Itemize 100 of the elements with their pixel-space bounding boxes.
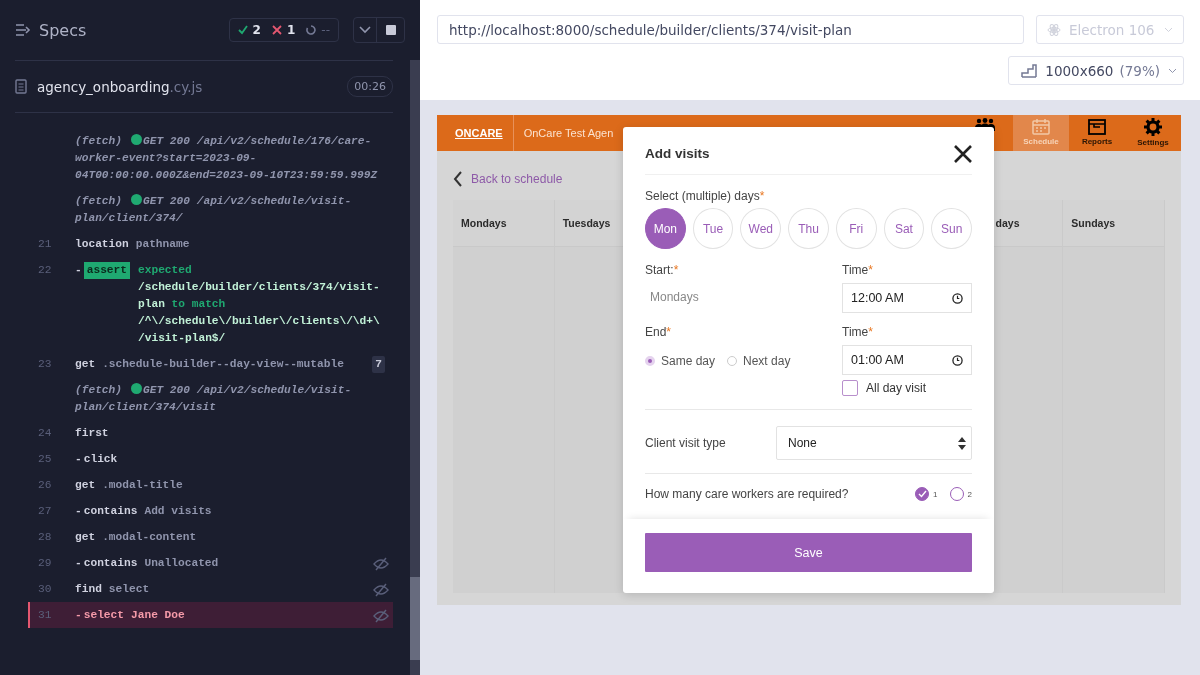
dash-mark: -: [75, 556, 82, 569]
command-name[interactable]: location: [75, 237, 129, 250]
passed-count: 2: [252, 23, 261, 37]
question-label: How many care workers are required?: [645, 487, 849, 501]
count-badge: 7: [372, 355, 385, 373]
assert-message[interactable]: expected /schedule/builder/clients/374/visit-plan to match /^\/schedule\/builder\/clients\/\d+\/visit-plan$/: [138, 261, 385, 347]
stop-icon: [385, 25, 396, 35]
line-number: 29: [37, 555, 53, 571]
all-day-checkbox[interactable]: All day visit: [842, 380, 972, 396]
dash-mark: -: [75, 262, 82, 278]
spec-name[interactable]: agency_onboarding.cy.js: [37, 78, 338, 95]
field-label: Select (multiple) days*: [645, 189, 766, 203]
ruler-icon: [1021, 63, 1038, 78]
day-toggle[interactable]: Mon: [645, 208, 686, 249]
settings-icon: [1144, 117, 1162, 136]
command-name[interactable]: click: [83, 452, 118, 465]
duration-badge: 00:26: [347, 76, 393, 97]
line-number: 23: [37, 356, 53, 372]
spinner-icon: [306, 25, 317, 35]
document-icon: [15, 79, 27, 94]
field-label: Client visit type: [645, 436, 726, 450]
command-message: .modal-title: [102, 478, 183, 491]
fetch-log-text[interactable]: (fetch) GET 200 /api/v2/schedule/visit-plan/client/374/: [75, 192, 385, 227]
back-link[interactable]: Back to schedule: [453, 169, 563, 189]
cross-icon: [271, 25, 282, 35]
dash-mark: -: [75, 608, 82, 621]
hidden-eye-icon: [373, 608, 389, 623]
fetch-log-text[interactable]: (fetch) GET 200 /api/v2/schedule/176/care-worker-event?start=2023-09-04T00:00:00.000Z&end=2023-09-10T23:59:59.999Z: [75, 132, 385, 184]
dash-mark: -: [75, 504, 82, 517]
chevron-down-icon: [359, 26, 371, 34]
agency-name: OnCare Test Agen: [522, 126, 614, 141]
check-icon: [237, 25, 248, 35]
column-header: days: [994, 217, 1020, 229]
line-number: 26: [37, 477, 53, 493]
day-toggle[interactable]: Thu: [788, 208, 829, 249]
close-icon[interactable]: [954, 144, 972, 163]
command-name[interactable]: contains: [83, 504, 138, 517]
command-name[interactable]: first: [75, 426, 109, 439]
command-name[interactable]: find: [75, 582, 102, 595]
command-message: select: [108, 582, 150, 595]
command-name[interactable]: contains: [83, 556, 138, 569]
scrollbar[interactable]: [410, 60, 420, 675]
fetch-log-text[interactable]: (fetch) GET 200 /api/v2/schedule/visit-plan/client/374/visit: [75, 381, 385, 416]
hidden-eye-icon: [373, 582, 389, 597]
nav-item[interactable]: Settings: [1125, 115, 1181, 151]
hidden-eye-icon: [373, 556, 389, 571]
command-name[interactable]: get: [75, 478, 96, 491]
line-number: 24: [37, 425, 53, 441]
command-message: pathname: [135, 237, 190, 250]
clock-icon: [952, 354, 963, 366]
save-button[interactable]: Save: [645, 533, 972, 572]
line-number: 22: [37, 262, 53, 278]
visit-type-select[interactable]: None: [776, 426, 972, 460]
dialog-title: Add visits: [645, 146, 710, 161]
field-label: End*: [645, 325, 673, 339]
command-name[interactable]: get: [75, 530, 96, 543]
command-message: Unallocated: [144, 556, 219, 569]
sort-arrows-icon: [958, 436, 966, 450]
column-header: Tuesdays: [562, 217, 611, 229]
line-number: 25: [37, 451, 53, 467]
command-message: Add visits: [144, 504, 212, 517]
assert-tag: assert: [83, 261, 130, 279]
day-toggle[interactable]: Tue: [692, 208, 734, 249]
time-field[interactable]: 12:00 AM: [842, 283, 972, 313]
folder-icon: [1088, 118, 1106, 135]
line-number: 30: [37, 581, 53, 597]
command-message: Jane Doe: [131, 608, 185, 621]
day-toggle[interactable]: Sun: [931, 208, 973, 249]
command-name[interactable]: get: [75, 357, 96, 370]
start-day-value: Mondays: [650, 290, 699, 304]
line-number: 28: [37, 529, 53, 545]
column-header: Mondays: [461, 217, 507, 229]
check-icon: [917, 490, 927, 498]
time-field[interactable]: 01:00 AM: [842, 345, 972, 375]
specs-icon[interactable]: [15, 23, 31, 37]
pending-count: --: [321, 23, 330, 37]
radio-option[interactable]: Next day: [727, 354, 791, 368]
command-message: .schedule-builder--day-view--mutable: [102, 357, 344, 370]
day-toggle[interactable]: Fri: [835, 208, 877, 249]
field-label: Time*: [842, 325, 874, 339]
radio-option[interactable]: Same day: [645, 354, 716, 368]
day-toggle[interactable]: Sat: [883, 208, 925, 249]
back-icon: [453, 171, 463, 187]
line-number: 31: [37, 607, 53, 623]
atom-icon: [1047, 22, 1061, 37]
failed-count: 1: [286, 23, 296, 37]
clock-icon: [952, 292, 963, 304]
line-number: 21: [37, 236, 53, 252]
url-field[interactable]: http://localhost:8000/schedule/builder/clients/374/visit-plan: [437, 15, 1024, 44]
dash-mark: -: [75, 452, 82, 465]
panel-title: Specs: [39, 20, 88, 40]
line-number: 27: [37, 503, 53, 519]
nav-item[interactable]: Reports: [1069, 115, 1125, 151]
calendar-icon: [1032, 118, 1050, 135]
command-name[interactable]: select: [83, 608, 124, 621]
day-toggle[interactable]: Wed: [740, 208, 782, 249]
command-message: .modal-content: [102, 530, 197, 543]
viewport-dropdown[interactable]: 1000x660 (79%): [1008, 56, 1184, 85]
field-label: Time*: [842, 263, 874, 277]
column-header: Sundays: [1071, 217, 1116, 229]
